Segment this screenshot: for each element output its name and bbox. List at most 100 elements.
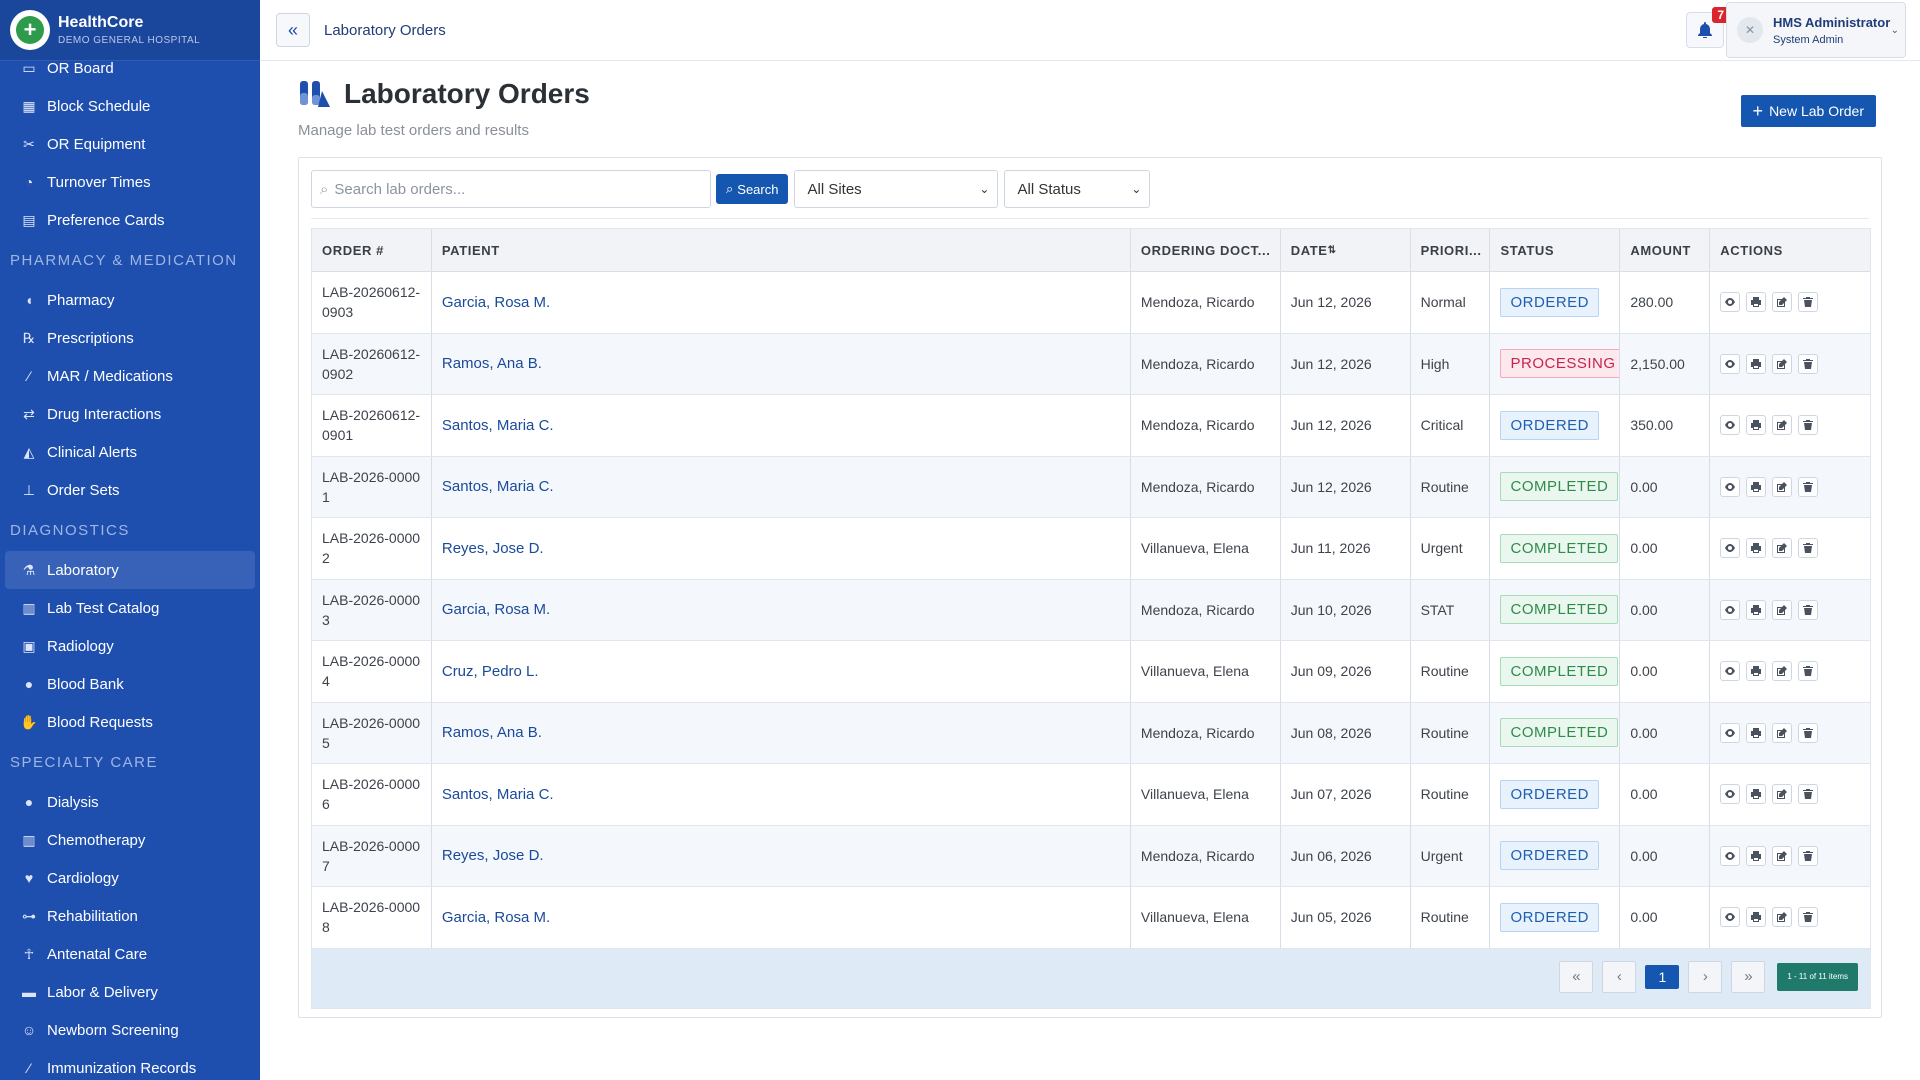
view-button[interactable] xyxy=(1720,415,1741,436)
previous-page-button[interactable]: ‹ xyxy=(1602,960,1637,993)
sidebar-item-drug-interactions[interactable]: ⇄ Drug Interactions xyxy=(5,395,255,433)
sidebar-item-labor-delivery[interactable]: ▬ Labor & Delivery xyxy=(5,973,255,1011)
patient-link[interactable]: Santos, Maria C. xyxy=(442,417,554,434)
sidebar-item-prescriptions[interactable]: ℞ Prescriptions xyxy=(5,319,255,357)
print-button[interactable] xyxy=(1746,292,1767,313)
print-button[interactable] xyxy=(1746,353,1767,374)
collapse-sidebar-button[interactable]: « xyxy=(276,13,310,47)
column-header[interactable]: ORDER # xyxy=(312,229,432,271)
sidebar-item-clinical-alerts[interactable]: ◭ Clinical Alerts xyxy=(5,433,255,471)
print-button[interactable] xyxy=(1746,476,1767,497)
column-header[interactable]: AMOUNT xyxy=(1620,229,1711,271)
patient-link[interactable]: Garcia, Rosa M. xyxy=(442,294,550,311)
edit-button[interactable] xyxy=(1772,538,1793,559)
view-button[interactable] xyxy=(1720,907,1741,928)
print-button[interactable] xyxy=(1746,538,1767,559)
patient-link[interactable]: Santos, Maria C. xyxy=(442,786,554,803)
print-button[interactable] xyxy=(1746,722,1767,743)
sidebar-item-immunization-records[interactable]: ⁄ Immunization Records xyxy=(5,1049,255,1080)
site-select[interactable]: All Sites ⌄ xyxy=(794,170,999,208)
delete-button[interactable] xyxy=(1798,353,1819,374)
sidebar-item-radiology[interactable]: ▣ Radiology xyxy=(5,627,255,665)
sidebar-item-dialysis[interactable]: ● Dialysis xyxy=(5,783,255,821)
search-box[interactable]: ⌕ xyxy=(311,170,711,208)
column-header[interactable]: ORDERING DOCT... xyxy=(1131,229,1281,271)
first-page-button[interactable]: « xyxy=(1559,960,1594,993)
user-menu[interactable]: ✕ HMS Administrator System Admin ⌄ xyxy=(1726,2,1906,58)
view-button[interactable] xyxy=(1720,292,1741,313)
patient-link[interactable]: Garcia, Rosa M. xyxy=(442,601,550,618)
delete-button[interactable] xyxy=(1798,784,1819,805)
delete-button[interactable] xyxy=(1798,292,1819,313)
delete-button[interactable] xyxy=(1798,722,1819,743)
edit-button[interactable] xyxy=(1772,599,1793,620)
patient-link[interactable]: Cruz, Pedro L. xyxy=(442,663,539,680)
column-header[interactable]: PRIORI... xyxy=(1411,229,1491,271)
sidebar-item-laboratory[interactable]: ⚗ Laboratory xyxy=(5,551,255,589)
delete-button[interactable] xyxy=(1798,661,1819,682)
patient-link[interactable]: Reyes, Jose D. xyxy=(442,540,544,557)
search-input[interactable] xyxy=(334,180,695,198)
patient-link[interactable]: Ramos, Ana B. xyxy=(442,724,542,741)
view-button[interactable] xyxy=(1720,476,1741,497)
delete-button[interactable] xyxy=(1798,538,1819,559)
edit-button[interactable] xyxy=(1772,353,1793,374)
edit-button[interactable] xyxy=(1772,907,1793,928)
print-button[interactable] xyxy=(1746,599,1767,620)
patient-link[interactable]: Ramos, Ana B. xyxy=(442,355,542,372)
page-1-button[interactable]: 1 xyxy=(1645,964,1680,989)
delete-button[interactable] xyxy=(1798,845,1819,866)
edit-button[interactable] xyxy=(1772,661,1793,682)
edit-button[interactable] xyxy=(1772,722,1793,743)
column-header[interactable]: STATUS xyxy=(1490,229,1621,271)
sidebar-item-blood-requests[interactable]: ✋ Blood Requests xyxy=(5,703,255,741)
view-button[interactable] xyxy=(1720,661,1741,682)
sidebar-item-or-equipment[interactable]: ✂ OR Equipment xyxy=(5,125,255,163)
sidebar-item-lab-test-catalog[interactable]: ▥ Lab Test Catalog xyxy=(5,589,255,627)
sidebar-item-turnover-times[interactable]: ◔ Turnover Times xyxy=(5,163,255,201)
view-button[interactable] xyxy=(1720,599,1741,620)
print-button[interactable] xyxy=(1746,661,1767,682)
print-button[interactable] xyxy=(1746,415,1767,436)
delete-button[interactable] xyxy=(1798,907,1819,928)
view-button[interactable] xyxy=(1720,784,1741,805)
sidebar-item-rehabilitation[interactable]: ⊶ Rehabilitation xyxy=(5,897,255,935)
sidebar-item-antenatal-care[interactable]: ☥ Antenatal Care xyxy=(5,935,255,973)
sidebar-item-preference-cards[interactable]: ▤ Preference Cards xyxy=(5,201,255,239)
view-button[interactable] xyxy=(1720,845,1741,866)
sidebar-item-pharmacy[interactable]: ◖ Pharmacy xyxy=(5,281,255,319)
sidebar-item-chemotherapy[interactable]: ▥ Chemotherapy xyxy=(5,821,255,859)
patient-link[interactable]: Garcia, Rosa M. xyxy=(442,909,550,926)
edit-button[interactable] xyxy=(1772,292,1793,313)
view-button[interactable] xyxy=(1720,353,1741,374)
search-button[interactable]: ⌕ Search xyxy=(716,174,789,204)
column-header[interactable]: DATE ⇅ xyxy=(1281,229,1411,271)
last-page-button[interactable]: » xyxy=(1731,960,1766,993)
sidebar-item-mar-medications[interactable]: ⁄ MAR / Medications xyxy=(5,357,255,395)
column-header[interactable]: PATIENT xyxy=(432,229,1131,271)
edit-button[interactable] xyxy=(1772,784,1793,805)
notifications-button[interactable]: 7 xyxy=(1686,7,1729,48)
status-select[interactable]: All Status ⌄ xyxy=(1004,170,1151,208)
edit-button[interactable] xyxy=(1772,415,1793,436)
delete-button[interactable] xyxy=(1798,599,1819,620)
edit-button[interactable] xyxy=(1772,476,1793,497)
sidebar-item-or-board[interactable]: ▭ OR Board xyxy=(5,49,255,87)
edit-button[interactable] xyxy=(1772,845,1793,866)
sidebar-item-cardiology[interactable]: ♥ Cardiology xyxy=(5,859,255,897)
delete-button[interactable] xyxy=(1798,476,1819,497)
print-button[interactable] xyxy=(1746,845,1767,866)
sidebar-item-blood-bank[interactable]: ● Blood Bank xyxy=(5,665,255,703)
sidebar-item-newborn-screening[interactable]: ☺ Newborn Screening xyxy=(5,1011,255,1049)
patient-link[interactable]: Reyes, Jose D. xyxy=(442,847,544,864)
new-lab-order-button[interactable]: + New Lab Order xyxy=(1740,95,1876,127)
sidebar-item-order-sets[interactable]: ⊥ Order Sets xyxy=(5,471,255,509)
sidebar-item-block-schedule[interactable]: ▦ Block Schedule xyxy=(5,87,255,125)
view-button[interactable] xyxy=(1720,722,1741,743)
patient-link[interactable]: Santos, Maria C. xyxy=(442,478,554,495)
view-button[interactable] xyxy=(1720,538,1741,559)
print-button[interactable] xyxy=(1746,784,1767,805)
delete-button[interactable] xyxy=(1798,415,1819,436)
print-button[interactable] xyxy=(1746,907,1767,928)
next-page-button[interactable]: › xyxy=(1688,960,1723,993)
